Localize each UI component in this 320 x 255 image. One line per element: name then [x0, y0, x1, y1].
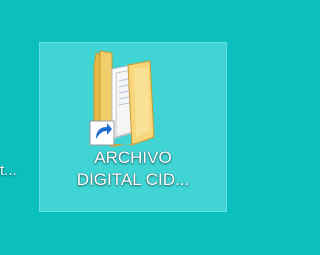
desktop-icon-label: ARCHIVO DIGITAL CID... [40, 147, 226, 191]
desktop-icon-label-partial[interactable]: t... [0, 157, 36, 185]
folder-shortcut-icon [88, 47, 168, 147]
icon-label-line-1: ARCHIVO [94, 148, 172, 167]
icon-label-line-2: DIGITAL CID... [76, 170, 190, 189]
desktop-icon-archivo-digital[interactable]: ARCHIVO DIGITAL CID... [39, 42, 227, 212]
